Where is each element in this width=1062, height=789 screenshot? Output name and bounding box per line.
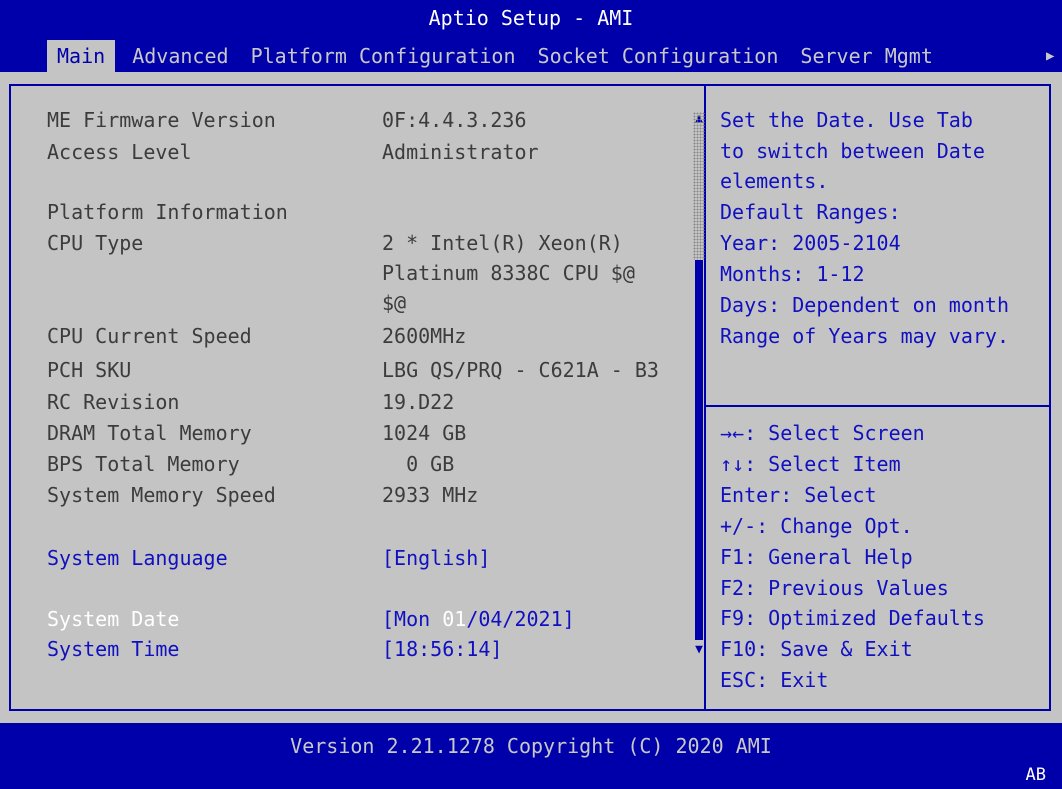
scrollbar-thumb[interactable]: [695, 260, 703, 640]
access-level-value: Administrator: [382, 140, 539, 164]
help-divider: [706, 405, 1051, 407]
system-time-label[interactable]: System Time: [47, 634, 179, 664]
help-text-line: Set the Date. Use Tab: [720, 108, 973, 132]
footer-bar: Version 2.21.1278 Copyright (C) 2020 AMI…: [0, 723, 1062, 789]
system-date-prefix: [Mon: [382, 607, 443, 631]
key-help-f2: F2: Previous Values: [720, 576, 949, 600]
scrollbar[interactable]: [693, 112, 705, 640]
dram-total-label: DRAM Total Memory: [47, 421, 252, 445]
key-help-select-item: ↑↓: Select Item: [720, 452, 901, 476]
header-bar: Aptio Setup - AMI Main Advanced Platform…: [0, 0, 1062, 72]
pch-sku-value: LBG QS/PRQ - C621A - B3: [382, 358, 659, 382]
tab-advanced[interactable]: Advanced: [127, 40, 233, 72]
bps-total-value: 0 GB: [382, 452, 455, 476]
help-text-line: Default Ranges:: [720, 200, 901, 224]
tab-socket-configuration[interactable]: Socket Configuration: [533, 40, 784, 72]
key-help-f9: F9: Optimized Defaults: [720, 606, 985, 630]
key-help-select-screen: →←: Select Screen: [720, 421, 925, 445]
tab-main[interactable]: Main: [47, 40, 116, 72]
rc-revision-label: RC Revision: [47, 390, 180, 414]
version-text: Version 2.21.1278 Copyright (C) 2020 AMI: [290, 734, 772, 758]
platform-information-heading: Platform Information: [47, 200, 288, 224]
access-level-label: Access Level: [47, 140, 192, 164]
key-help-f10: F10: Save & Exit: [720, 637, 913, 661]
cpu-type-value-line2: Platinum 8338C CPU $@: [382, 261, 635, 285]
memory-speed-label: System Memory Speed: [47, 483, 276, 507]
key-help-enter: Enter: Select: [720, 483, 877, 507]
cpu-type-value-line3: $@: [382, 291, 407, 315]
tab-platform-configuration[interactable]: Platform Configuration: [246, 40, 521, 72]
cpu-type-value-line1: 2 * Intel(R) Xeon(R): [382, 231, 623, 255]
help-text-line: to switch between Date: [720, 139, 985, 163]
system-date-month-selected[interactable]: 01: [442, 607, 466, 631]
setup-title: Aptio Setup - AMI: [428, 6, 634, 30]
tab-server-mgmt[interactable]: Server Mgmt: [795, 40, 937, 72]
me-firmware-value: 0F:4.4.3.236: [382, 108, 527, 132]
bps-total-label: BPS Total Memory: [47, 452, 240, 476]
system-date-value[interactable]: [Mon 01/04/2021]: [382, 604, 575, 634]
help-text-line: elements.: [720, 169, 829, 193]
cpu-speed-label: CPU Current Speed: [47, 324, 252, 348]
key-help-change-option: +/-: Change Opt.: [720, 514, 913, 538]
help-text-line: Range of Years may vary.: [720, 324, 1009, 348]
more-tabs-right-arrow-icon[interactable]: ▶: [1046, 40, 1054, 72]
scrollbar-track[interactable]: [693, 112, 705, 260]
cpu-speed-value: 2600MHz: [382, 324, 467, 348]
cpu-type-label: CPU Type: [47, 231, 144, 255]
bios-screen: Aptio Setup - AMI Main Advanced Platform…: [0, 0, 1062, 789]
dram-total-value: 1024 GB: [382, 421, 467, 445]
help-text-line: Months: 1-12: [720, 262, 865, 286]
system-date-label[interactable]: System Date: [47, 604, 179, 634]
corner-code: AB: [1025, 765, 1046, 785]
system-language-value[interactable]: [English]: [382, 543, 490, 573]
pch-sku-label: PCH SKU: [47, 358, 132, 382]
system-time-value[interactable]: [18:56:14]: [382, 634, 502, 664]
memory-speed-value: 2933 MHz: [382, 483, 479, 507]
key-help-f1: F1: General Help: [720, 545, 913, 569]
help-text-line: Days: Dependent on month: [720, 293, 1009, 317]
system-language-label[interactable]: System Language: [47, 543, 228, 573]
system-date-suffix: /04/2021]: [466, 607, 575, 631]
scroll-down-arrow-icon[interactable]: ▼: [692, 640, 706, 660]
help-text-line: Year: 2005-2104: [720, 231, 901, 255]
me-firmware-label: ME Firmware Version: [47, 108, 276, 132]
key-help-esc: ESC: Exit: [720, 668, 829, 692]
tab-bar: Main Advanced Platform Configuration Soc…: [47, 40, 938, 72]
rc-revision-value: 19.D22: [382, 390, 455, 414]
